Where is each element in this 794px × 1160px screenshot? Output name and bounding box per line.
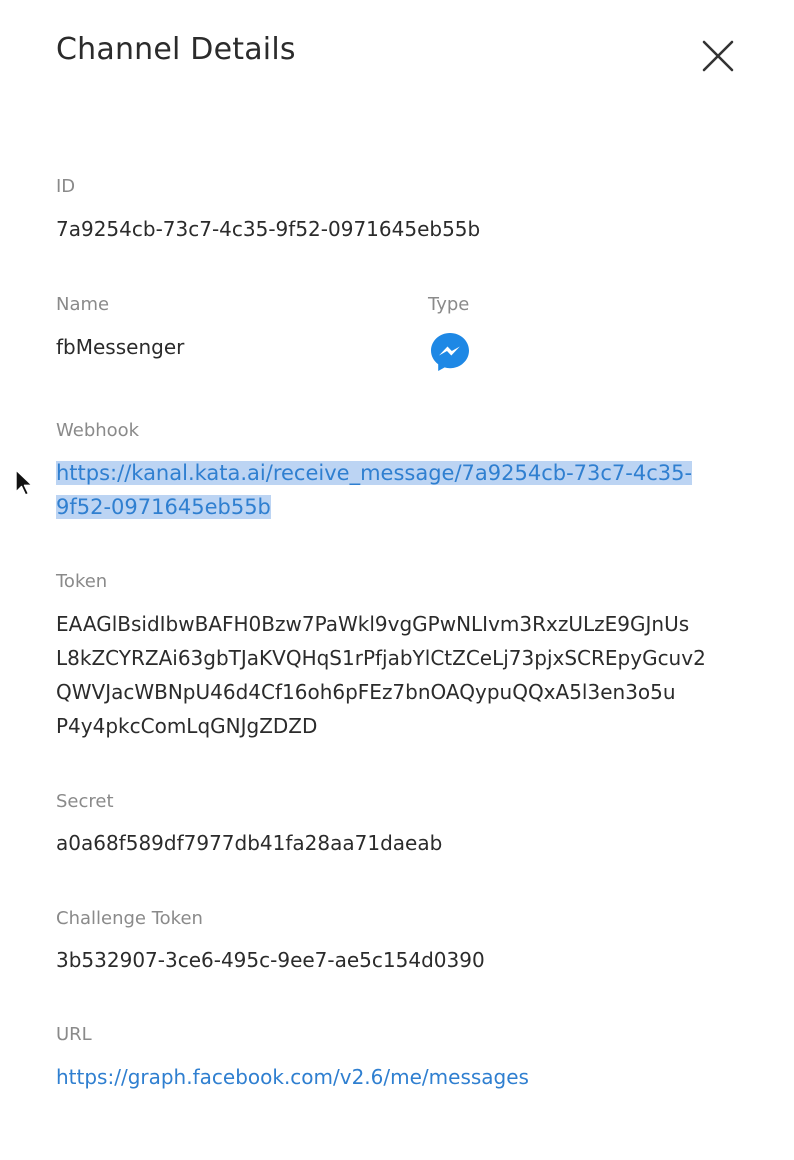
secret-value: a0a68f589df7977db41fa28aa71daeab [56, 831, 443, 855]
webhook-link[interactable]: https://kanal.kata.ai/receive_message/7a… [56, 456, 716, 524]
close-icon [702, 40, 734, 72]
token-line: P4y4pkcComLqGNJgZDZD [56, 714, 318, 738]
webhook-line-2[interactable]: 9f52-0971645eb55b [56, 495, 271, 519]
id-label: ID [56, 176, 76, 197]
token-line: EAAGlBsidIbwBAFH0Bzw7PaWkl9vgGPwNLIvm3Rx… [56, 612, 690, 636]
url-label: URL [56, 1024, 92, 1045]
token-label: Token [56, 571, 108, 592]
webhook-label: Webhook [56, 420, 140, 441]
token-line: L8kZCYRZAi63gbTJaKVQHqS1rPfjabYlCtZCeLj7… [56, 646, 706, 670]
url-link[interactable]: https://graph.facebook.com/v2.6/me/messa… [56, 1065, 529, 1089]
channel-details-panel: Channel Details ID 7a9254cb-73c7-4c35-9f… [0, 0, 794, 1160]
close-button[interactable] [700, 38, 738, 76]
messenger-icon [428, 330, 472, 374]
id-value: 7a9254cb-73c7-4c35-9f52-0971645eb55b [56, 217, 481, 241]
secret-label: Secret [56, 791, 114, 812]
webhook-line-1[interactable]: https://kanal.kata.ai/receive_message/7a… [56, 461, 693, 485]
type-label: Type [428, 294, 470, 315]
token-line: QWVJacWBNpU46d4Cf16oh6pFEz7bnOAQypuQQxA5… [56, 680, 676, 704]
page-title: Channel Details [56, 32, 296, 67]
mouse-cursor-icon [15, 469, 33, 496]
challenge-token-value: 3b532907-3ce6-495c-9ee7-ae5c154d0390 [56, 948, 485, 972]
url-value[interactable]: https://graph.facebook.com/v2.6/me/messa… [56, 1060, 529, 1094]
name-value: fbMessenger [56, 335, 185, 359]
challenge-token-label: Challenge Token [56, 908, 203, 929]
name-label: Name [56, 294, 110, 315]
token-value: EAAGlBsidIbwBAFH0Bzw7PaWkl9vgGPwNLIvm3Rx… [56, 607, 756, 743]
